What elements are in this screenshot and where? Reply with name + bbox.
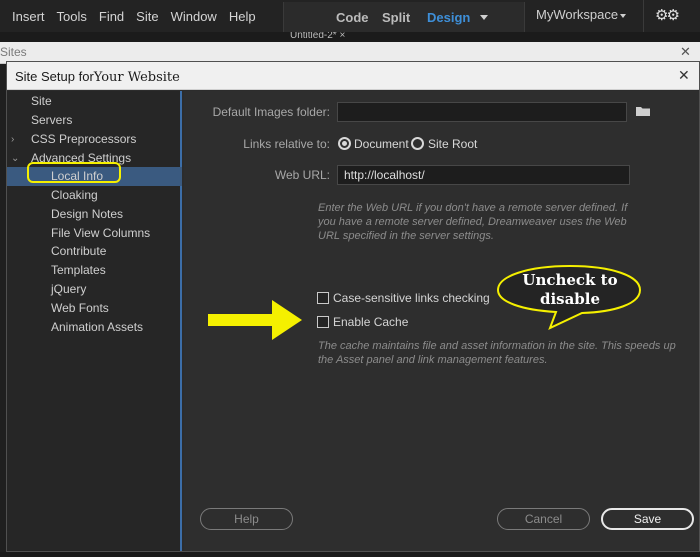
sites-window-title: Sites <box>0 45 27 59</box>
radio-site-root-label: Site Root <box>428 137 478 151</box>
default-images-field[interactable] <box>337 102 627 122</box>
save-button[interactable]: Save <box>601 508 694 530</box>
bottom-edge <box>0 552 700 557</box>
bubble-line: disable <box>539 290 601 308</box>
hint-line: URL specified in the server settings. <box>318 230 494 242</box>
annotation-bubble-text: Uncheck to disable <box>498 271 642 309</box>
nav-label: Servers <box>31 113 73 127</box>
case-sensitive-checkbox[interactable] <box>317 292 329 304</box>
dialog-title: Site Setup forYour Website <box>15 69 180 85</box>
web-url-hint: Enter the Web URL if you don't have a re… <box>318 201 678 243</box>
divider <box>643 0 644 32</box>
app-menubar: Insert Tools Find Site Window Help Code … <box>0 0 700 32</box>
close-icon[interactable]: ✕ <box>678 67 690 84</box>
document-tab[interactable]: Untitled-2* × <box>290 32 370 42</box>
gear-icon[interactable]: ⚙⚙ <box>655 6 680 24</box>
radio-document-label: Document <box>354 137 409 151</box>
nav-label: Web Fonts <box>51 301 109 315</box>
dialog-titlebar: Site Setup forYour Website ✕ <box>7 62 699 90</box>
hint-line: you have a remote server defined, Dreamw… <box>318 216 627 228</box>
folder-icon[interactable] <box>635 105 651 117</box>
case-sensitive-label: Case-sensitive links checking <box>333 291 490 305</box>
nav-label: Design Notes <box>51 207 124 221</box>
nav-label: Site <box>31 94 52 108</box>
nav-label: Cloaking <box>51 188 98 202</box>
close-icon[interactable]: ✕ <box>680 44 691 60</box>
view-design-button[interactable]: Design <box>427 10 470 25</box>
nav-item-css-preprocessors[interactable]: › CSS Preprocessors <box>7 130 182 149</box>
menu-help[interactable]: Help <box>229 9 256 24</box>
nav-label: Templates <box>51 263 106 277</box>
chevron-down-icon[interactable] <box>620 14 626 18</box>
nav-label: Animation Assets <box>51 320 144 334</box>
annotation-highlight-box <box>27 162 121 183</box>
view-code-button[interactable]: Code <box>336 10 369 25</box>
nav-item-site[interactable]: Site <box>7 92 182 111</box>
hint-line: The cache maintains file and asset infor… <box>318 340 676 352</box>
nav-label: Contribute <box>51 244 107 258</box>
nav-label: jQuery <box>51 282 87 296</box>
menu-window[interactable]: Window <box>171 9 217 24</box>
nav-item-templates[interactable]: Templates <box>7 261 182 280</box>
menu-find[interactable]: Find <box>99 9 124 24</box>
enable-cache-checkbox[interactable] <box>317 316 329 328</box>
category-sidebar: Site Servers › CSS Preprocessors ⌄ Advan… <box>7 91 182 551</box>
annotation-arrow-icon <box>208 300 302 340</box>
workspace-switcher[interactable]: MyWorkspace <box>536 7 618 22</box>
view-split-button[interactable]: Split <box>382 10 410 25</box>
nav-item-design-notes[interactable]: Design Notes <box>7 205 182 224</box>
view-switcher: Code Split Design <box>283 2 525 32</box>
cancel-button[interactable]: Cancel <box>497 508 590 530</box>
help-button[interactable]: Help <box>200 508 293 530</box>
dialog-title-prefix: Site Setup for <box>15 69 94 84</box>
nav-label: File View Columns <box>51 226 151 240</box>
menu-tools[interactable]: Tools <box>57 9 87 24</box>
nav-item-file-view-columns[interactable]: File View Columns <box>7 224 182 243</box>
menu: Insert Tools Find Site Window Help <box>0 0 256 32</box>
nav-item-cloaking[interactable]: Cloaking <box>7 186 182 205</box>
menu-insert[interactable]: Insert <box>12 9 45 24</box>
links-relative-label: Links relative to: <box>243 137 330 151</box>
default-images-label: Default Images folder: <box>212 105 330 119</box>
nav-item-animation-assets[interactable]: Animation Assets <box>7 318 182 337</box>
enable-cache-label: Enable Cache <box>333 315 409 329</box>
bubble-line: Uncheck to <box>522 271 618 289</box>
chevron-down-icon[interactable]: ⌄ <box>11 149 19 168</box>
nav-item-contribute[interactable]: Contribute <box>7 242 182 261</box>
dialog-title-site: Your Website <box>93 70 180 85</box>
web-url-label: Web URL: <box>274 168 330 182</box>
nav-item-web-fonts[interactable]: Web Fonts <box>7 299 182 318</box>
hint-line: Enter the Web URL if you don't have a re… <box>318 202 628 214</box>
cache-hint: The cache maintains file and asset infor… <box>318 339 690 367</box>
radio-document[interactable] <box>338 137 351 150</box>
menu-site[interactable]: Site <box>136 9 158 24</box>
hint-line: the Asset panel and link management feat… <box>318 354 548 366</box>
nav-label: CSS Preprocessors <box>31 132 137 146</box>
nav-item-servers[interactable]: Servers <box>7 111 182 130</box>
radio-site-root[interactable] <box>411 137 424 150</box>
chevron-down-icon[interactable] <box>480 15 488 20</box>
chevron-right-icon[interactable]: › <box>11 130 14 149</box>
nav-item-jquery[interactable]: jQuery <box>7 280 182 299</box>
web-url-field[interactable]: http://localhost/ <box>337 165 630 185</box>
